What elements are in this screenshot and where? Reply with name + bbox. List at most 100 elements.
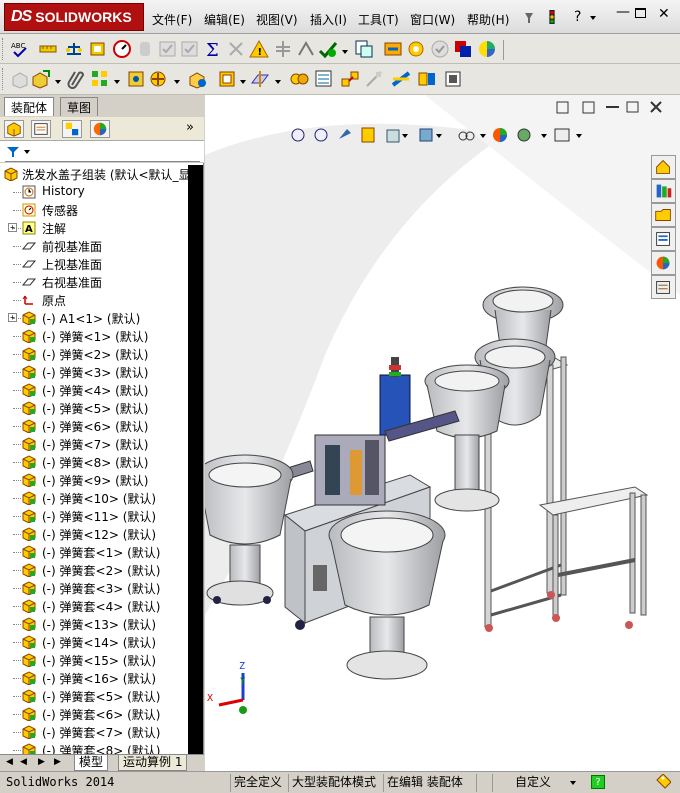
chevron-down-icon[interactable] bbox=[174, 80, 180, 84]
configuration-manager-tab-icon[interactable] bbox=[62, 120, 82, 138]
assembly-features-icon[interactable] bbox=[217, 69, 237, 89]
appearance-icon[interactable] bbox=[477, 39, 497, 59]
tree-item-label: (-) 弹簧<13> (默认) bbox=[42, 618, 157, 632]
move-component-icon[interactable] bbox=[148, 69, 168, 89]
zoom-area-icon[interactable] bbox=[314, 128, 328, 142]
spellcheck-icon[interactable]: ABC bbox=[10, 39, 30, 59]
scroll-next-icon[interactable]: ▶ bbox=[38, 757, 45, 767]
configurations-icon[interactable] bbox=[406, 39, 426, 59]
show-hidden-components-icon[interactable] bbox=[188, 69, 208, 89]
close-icon[interactable]: ✕ bbox=[658, 6, 670, 22]
menu-view[interactable]: 视图(V) bbox=[256, 11, 298, 28]
measure-icon[interactable] bbox=[38, 39, 58, 59]
equations-sigma-icon[interactable]: Σ bbox=[203, 39, 223, 59]
chevron-down-icon[interactable] bbox=[275, 80, 281, 84]
toolbar-grip[interactable] bbox=[2, 38, 5, 60]
restore-icon[interactable] bbox=[635, 8, 646, 18]
help-question-icon[interactable]: ? bbox=[574, 9, 581, 25]
section-view-icon[interactable] bbox=[361, 127, 375, 143]
bill-of-materials-icon[interactable] bbox=[314, 69, 334, 89]
align-disabled-icon[interactable] bbox=[273, 39, 293, 59]
check-disabled-icon-3[interactable] bbox=[430, 39, 450, 59]
app-logo[interactable]: DS SOLIDWORKS bbox=[4, 3, 144, 31]
warning-icon[interactable]: ! bbox=[249, 39, 269, 59]
exploded-view-icon[interactable] bbox=[340, 69, 360, 89]
tab-model[interactable]: 模型 bbox=[74, 755, 109, 771]
property-manager-tab-icon[interactable] bbox=[31, 120, 51, 138]
units-chevron-up-icon[interactable] bbox=[570, 781, 576, 785]
chevron-down-icon[interactable] bbox=[55, 80, 61, 84]
file-explorer-icon[interactable] bbox=[651, 203, 676, 227]
interference-detection-icon[interactable] bbox=[391, 69, 411, 89]
units-selector[interactable]: 自定义 bbox=[492, 774, 564, 792]
tools-disabled-icon[interactable] bbox=[226, 39, 246, 59]
view-orientation-icon[interactable] bbox=[386, 129, 400, 143]
menu-file[interactable]: 文件(F) bbox=[152, 11, 192, 28]
chevron-down-icon[interactable] bbox=[240, 80, 246, 84]
mate-paperclip-icon[interactable] bbox=[66, 69, 86, 89]
smart-fasteners-icon[interactable] bbox=[126, 69, 146, 89]
expand-panel-chevron-icon[interactable]: » bbox=[186, 120, 194, 135]
feature-works-icon[interactable] bbox=[383, 39, 403, 59]
explode-line-sketch-disabled-icon[interactable] bbox=[364, 69, 384, 89]
design-library-icon[interactable] bbox=[651, 179, 676, 203]
tree-item-label: (-) 弹簧<16> (默认) bbox=[42, 672, 157, 686]
display-style-icon[interactable] bbox=[419, 128, 433, 142]
model-canvas[interactable]: Z X Y bbox=[205, 95, 680, 771]
tab-assembly[interactable]: 装配体 bbox=[4, 97, 55, 116]
section-properties-icon[interactable] bbox=[88, 39, 108, 59]
menu-insert[interactable]: 插入(I) bbox=[310, 11, 347, 28]
reference-geometry-icon[interactable] bbox=[250, 69, 270, 89]
chevron-down-icon[interactable] bbox=[24, 150, 30, 154]
menu-edit[interactable]: 编辑(E) bbox=[204, 11, 245, 28]
edit-component-disabled-icon[interactable] bbox=[10, 69, 30, 89]
view-settings-icon[interactable] bbox=[554, 128, 570, 142]
zoom-to-fit-icon[interactable] bbox=[291, 128, 305, 142]
tab-sketch[interactable]: 草图 bbox=[60, 97, 99, 116]
sensor-gauge-icon[interactable] bbox=[112, 39, 132, 59]
minimize-icon[interactable]: — bbox=[616, 4, 630, 20]
compare-documents-icon[interactable] bbox=[354, 39, 374, 59]
instant3d-icon[interactable] bbox=[443, 69, 463, 89]
viewport-minimize-icon[interactable] bbox=[606, 106, 619, 108]
check-tool-icon[interactable] bbox=[318, 39, 338, 59]
filter-icon[interactable] bbox=[6, 145, 20, 159]
display-manager-tab-icon[interactable] bbox=[90, 120, 110, 138]
chevron-down-icon[interactable] bbox=[590, 16, 596, 20]
traffic-light-icon[interactable] bbox=[545, 10, 559, 24]
part-icon bbox=[22, 671, 36, 686]
appearances-scenes-icon[interactable] bbox=[651, 251, 676, 275]
solidworks-resources-icon[interactable] bbox=[651, 155, 676, 179]
tree-scrollbar[interactable] bbox=[188, 165, 203, 755]
geometry-analysis-icon[interactable] bbox=[296, 39, 316, 59]
check-disabled-icon[interactable] bbox=[158, 39, 178, 59]
status-spacer bbox=[476, 774, 492, 792]
view-palette-icon[interactable] bbox=[651, 227, 676, 251]
chevron-down-icon[interactable] bbox=[342, 50, 348, 54]
menu-tools[interactable]: 工具(T) bbox=[358, 11, 399, 28]
tab-motion-study[interactable]: 运动算例 1 bbox=[118, 755, 188, 771]
chevron-down-icon[interactable] bbox=[114, 80, 120, 84]
menu-help[interactable]: 帮助(H) bbox=[467, 11, 509, 28]
tree-item-label: 传感器 bbox=[42, 204, 79, 218]
check-disabled-icon-2[interactable] bbox=[180, 39, 200, 59]
mass-properties-icon[interactable] bbox=[64, 39, 84, 59]
sim-xpress-icon[interactable] bbox=[453, 39, 473, 59]
scroll-last-icon[interactable]: ▶ bbox=[54, 757, 61, 767]
menu-window[interactable]: 窗口(W) bbox=[410, 11, 455, 28]
graphics-area[interactable]: Z X Y bbox=[205, 95, 680, 771]
scroll-left-icon[interactable]: ◀ bbox=[6, 757, 13, 767]
scroll-right-icon[interactable]: ◀ bbox=[20, 757, 27, 767]
apply-scene-icon[interactable] bbox=[517, 128, 531, 142]
feature-tree-tab-icon[interactable] bbox=[4, 120, 24, 138]
pin-icon[interactable] bbox=[522, 11, 536, 25]
disabled-tool-icon[interactable] bbox=[136, 39, 156, 59]
toolbar-grip-2[interactable] bbox=[2, 68, 5, 90]
status-help-icon[interactable]: ? bbox=[591, 775, 605, 789]
linear-pattern-icon[interactable] bbox=[90, 69, 110, 89]
insert-component-icon[interactable] bbox=[31, 69, 51, 89]
custom-properties-icon[interactable] bbox=[651, 275, 676, 299]
clearance-verification-icon[interactable] bbox=[417, 69, 437, 89]
new-motion-study-icon[interactable] bbox=[289, 69, 309, 89]
rebuild-tag-icon[interactable] bbox=[655, 774, 671, 790]
